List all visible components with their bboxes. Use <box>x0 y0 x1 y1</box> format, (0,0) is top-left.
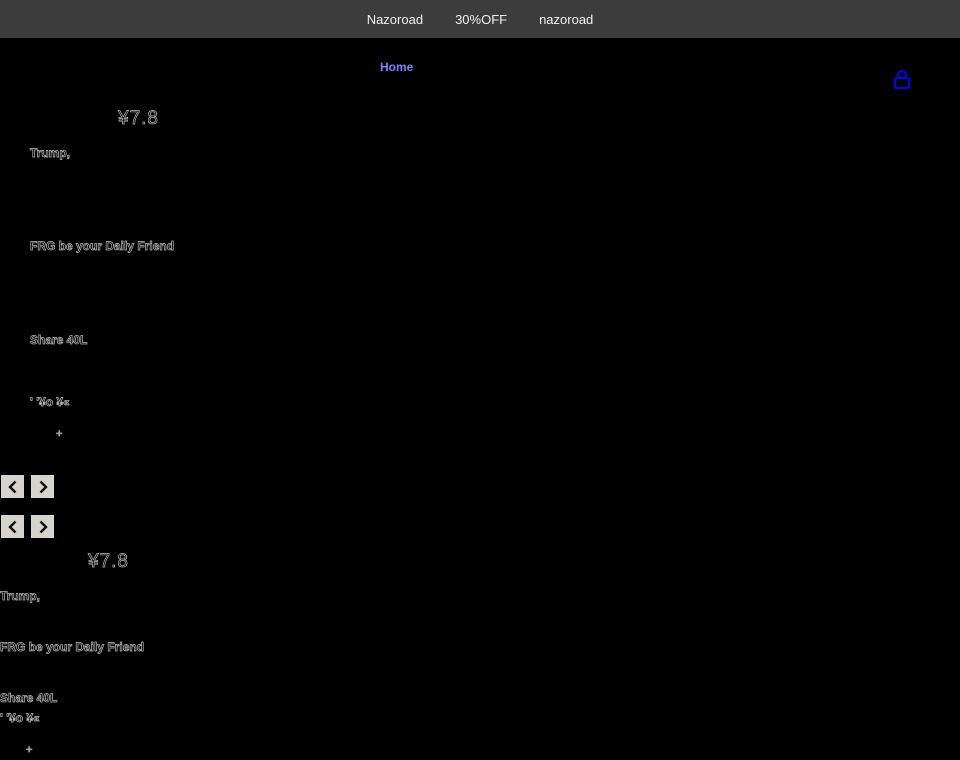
product-extra: ' '¥o ¥« <box>0 711 40 726</box>
announcement-item-brand[interactable]: Nazoroad <box>367 12 423 27</box>
carousel-prev-button-2[interactable] <box>1 515 24 538</box>
product-tagline: FRG be your Daily Friend <box>30 239 175 254</box>
chevron-left-icon <box>7 520 16 533</box>
product-size: Share 40L <box>30 333 88 348</box>
add-icon[interactable]: + <box>56 428 63 441</box>
announcement-bar: Nazoroad 30%OFF nazoroad <box>0 0 960 38</box>
carousel-prev-button[interactable] <box>1 475 24 498</box>
product-title: Trump, <box>0 589 41 604</box>
chevron-left-icon <box>7 480 16 493</box>
product-tagline: FRG be your Daily Friend <box>0 640 145 655</box>
announcement-item-discount[interactable]: 30%OFF <box>455 12 507 27</box>
cart-icon[interactable] <box>893 70 911 90</box>
chevron-right-icon <box>39 520 48 533</box>
chevron-right-icon <box>39 480 48 493</box>
product-price: ¥7.8 <box>88 551 129 573</box>
carousel-next-button-2[interactable] <box>31 515 54 538</box>
announcement-item-store[interactable]: nazoroad <box>539 12 593 27</box>
add-icon[interactable]: + <box>26 744 33 757</box>
carousel-next-button[interactable] <box>31 475 54 498</box>
nav-home-link[interactable]: Home <box>380 60 413 74</box>
product-price: ¥7.8 <box>118 108 159 130</box>
product-title: Trump, <box>30 146 71 161</box>
product-size: Share 40L <box>0 691 58 706</box>
product-extra: ' '¥o ¥« <box>30 395 70 410</box>
